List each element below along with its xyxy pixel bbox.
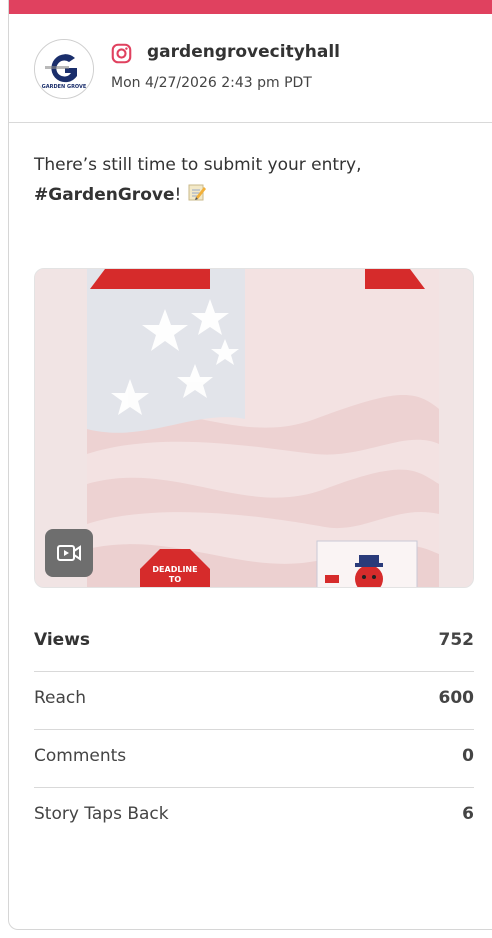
post-card: GARDEN GROVE gardengrovecityhall Mon 4/2…: [8, 0, 492, 930]
avatar[interactable]: GARDEN GROVE: [34, 39, 94, 99]
stat-row: Comments 0: [34, 730, 474, 788]
hashtag-link[interactable]: #GardenGrove: [34, 185, 174, 205]
stat-value: 0: [462, 746, 474, 766]
stat-label: Reach: [34, 688, 87, 708]
caption-text: There’s still time to submit your entry,: [34, 155, 362, 175]
video-button[interactable]: [45, 529, 93, 577]
stat-label: Views: [34, 630, 91, 650]
stat-value: 752: [438, 630, 475, 650]
deadline-label-2: TO: [169, 575, 181, 584]
stat-value: 6: [462, 804, 474, 824]
stats-table: Views 752 Reach 600 Comments 0 Story Tap…: [34, 614, 474, 845]
memo-emoji-icon: [188, 184, 206, 201]
stat-label: Story Taps Back: [34, 804, 169, 824]
flag-media-image: DEADLINE TO: [35, 269, 473, 587]
post-timestamp: Mon 4/27/2026 2:43 pm PDT: [111, 75, 312, 91]
post-header: GARDEN GROVE gardengrovecityhall Mon 4/2…: [9, 14, 492, 123]
stat-row: Views 752: [34, 614, 474, 672]
post-caption: There’s still time to submit your entry,…: [34, 150, 454, 210]
stat-label: Comments: [34, 746, 127, 766]
post-media[interactable]: DEADLINE TO: [34, 268, 474, 588]
deadline-label-1: DEADLINE: [152, 565, 197, 574]
video-icon: [57, 545, 81, 561]
stat-row: Story Taps Back 6: [34, 788, 474, 845]
instagram-icon: [111, 43, 132, 64]
stat-value: 600: [438, 688, 475, 708]
svg-text:GARDEN GROVE: GARDEN GROVE: [42, 84, 87, 90]
username[interactable]: gardengrovecityhall: [147, 42, 340, 62]
accent-bar: [9, 0, 492, 14]
garden-grove-logo: GARDEN GROVE: [35, 40, 93, 98]
stat-row: Reach 600: [34, 672, 474, 730]
caption-suffix: !: [174, 185, 187, 205]
